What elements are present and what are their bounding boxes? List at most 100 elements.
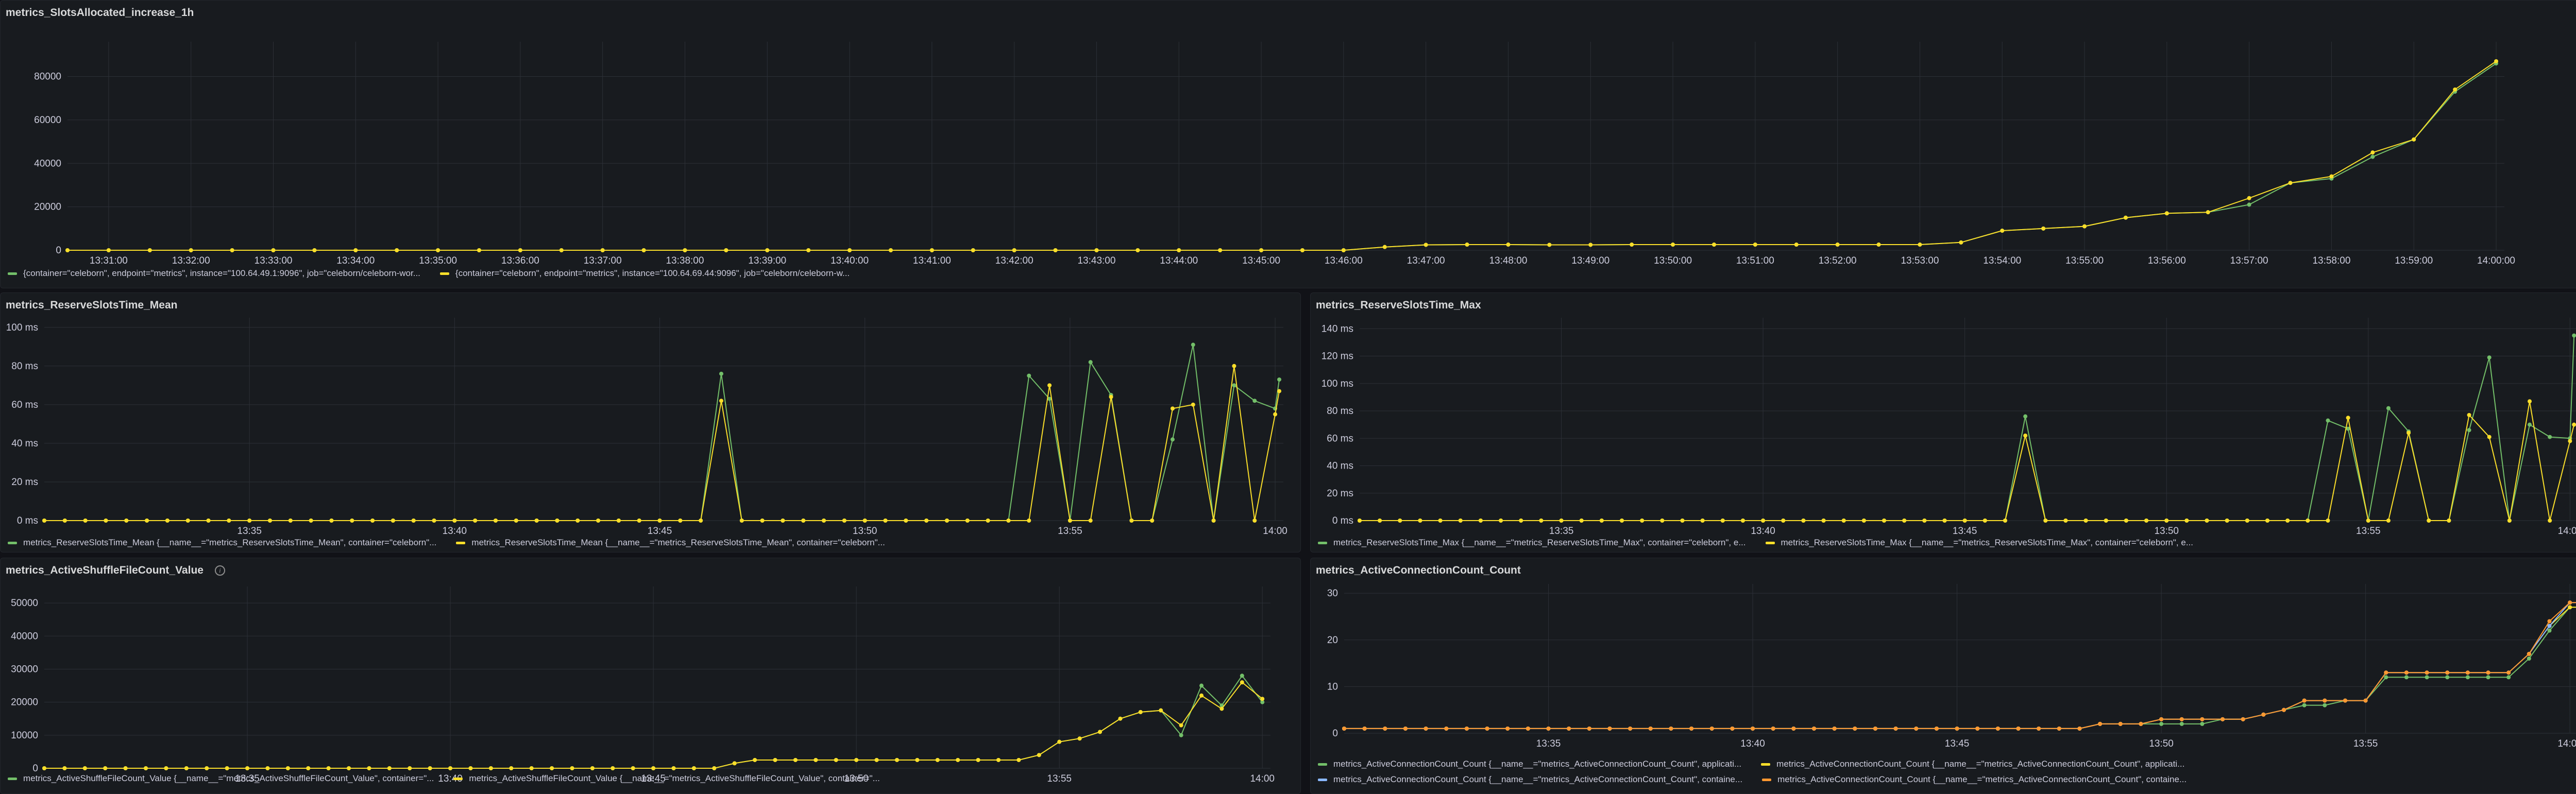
data-point[interactable] xyxy=(428,766,432,770)
data-point[interactable] xyxy=(631,766,635,770)
data-point[interactable] xyxy=(144,766,148,770)
data-point[interactable] xyxy=(1444,726,1449,731)
data-point[interactable] xyxy=(1893,726,1898,731)
data-point[interactable] xyxy=(514,519,518,523)
data-point[interactable] xyxy=(2329,174,2334,179)
legend-item[interactable]: metrics_ActiveShuffleFileCount_Value {__… xyxy=(8,773,434,784)
data-point[interactable] xyxy=(2123,215,2128,220)
data-point[interactable] xyxy=(2404,670,2409,675)
data-point[interactable] xyxy=(965,519,970,523)
data-point[interactable] xyxy=(1465,243,1469,247)
data-point[interactable] xyxy=(165,519,170,523)
data-point[interactable] xyxy=(1485,726,1489,731)
data-point[interactable] xyxy=(719,399,723,403)
data-point[interactable] xyxy=(1341,248,1346,252)
data-point[interactable] xyxy=(1273,412,1278,417)
data-point[interactable] xyxy=(205,766,209,770)
data-point[interactable] xyxy=(2568,439,2572,443)
data-point[interactable] xyxy=(590,766,595,770)
data-point[interactable] xyxy=(773,757,777,762)
data-point[interactable] xyxy=(62,519,67,523)
data-point[interactable] xyxy=(1660,519,1665,523)
data-point[interactable] xyxy=(1794,243,1799,247)
data-point[interactable] xyxy=(848,248,852,252)
data-point[interactable] xyxy=(2547,619,2552,624)
data-point[interactable] xyxy=(1027,373,1031,378)
data-point[interactable] xyxy=(448,766,453,770)
data-point[interactable] xyxy=(1882,519,1887,523)
data-point[interactable] xyxy=(1751,726,1755,731)
data-point[interactable] xyxy=(719,371,723,376)
data-point[interactable] xyxy=(2453,87,2458,92)
data-point[interactable] xyxy=(306,766,311,770)
data-point[interactable] xyxy=(976,757,980,762)
data-point[interactable] xyxy=(732,761,737,766)
data-point[interactable] xyxy=(2467,428,2471,433)
data-point[interactable] xyxy=(1478,519,1483,523)
data-point[interactable] xyxy=(1170,406,1175,411)
data-point[interactable] xyxy=(2179,721,2184,726)
data-point[interactable] xyxy=(265,766,270,770)
data-point[interactable] xyxy=(124,519,129,523)
data-point[interactable] xyxy=(1053,248,1058,252)
data-point[interactable] xyxy=(753,757,757,762)
data-point[interactable] xyxy=(2527,657,2531,661)
data-point[interactable] xyxy=(164,766,168,770)
data-point[interactable] xyxy=(1199,683,1204,688)
legend-item[interactable]: metrics_ReserveSlotsTime_Max {__name__="… xyxy=(1318,538,1746,548)
data-point[interactable] xyxy=(1240,674,1244,678)
data-point[interactable] xyxy=(1526,726,1530,731)
data-point[interactable] xyxy=(1730,726,1735,731)
data-point[interactable] xyxy=(1191,342,1195,347)
series-line-yellow[interactable] xyxy=(1344,607,2576,729)
data-point[interactable] xyxy=(2221,717,2225,721)
data-point[interactable] xyxy=(904,519,908,523)
panel-title[interactable]: metrics_SlotsAllocated_increase_1h xyxy=(6,7,194,19)
series-line-green[interactable] xyxy=(67,63,2497,251)
data-point[interactable] xyxy=(1832,726,1837,731)
data-point[interactable] xyxy=(1136,248,1140,252)
data-point[interactable] xyxy=(2118,721,2123,726)
data-point[interactable] xyxy=(1218,248,1223,252)
data-point[interactable] xyxy=(2159,717,2164,721)
data-point[interactable] xyxy=(596,519,601,523)
data-point[interactable] xyxy=(641,248,646,252)
data-point[interactable] xyxy=(42,766,46,770)
data-point[interactable] xyxy=(326,766,331,770)
data-point[interactable] xyxy=(1499,519,1503,523)
data-point[interactable] xyxy=(206,519,211,523)
data-point[interactable] xyxy=(2548,519,2552,523)
data-point[interactable] xyxy=(1240,680,1244,685)
legend-item[interactable]: metrics_ActiveConnectionCount_Count {__n… xyxy=(1761,759,2184,769)
data-point[interactable] xyxy=(765,248,770,252)
data-point[interactable] xyxy=(956,757,960,762)
data-point[interactable] xyxy=(712,766,717,770)
data-point[interactable] xyxy=(1047,383,1052,388)
data-point[interactable] xyxy=(862,519,867,523)
series-line-blue[interactable] xyxy=(1344,602,2576,729)
data-point[interactable] xyxy=(370,519,375,523)
data-point[interactable] xyxy=(1982,519,1987,523)
data-point[interactable] xyxy=(473,519,478,523)
data-point[interactable] xyxy=(678,519,683,523)
data-point[interactable] xyxy=(1006,519,1011,523)
data-point[interactable] xyxy=(1252,519,1257,523)
data-point[interactable] xyxy=(2486,670,2490,675)
data-point[interactable] xyxy=(2261,712,2266,717)
data-point[interactable] xyxy=(1959,240,1963,245)
data-point[interactable] xyxy=(1358,519,1362,523)
chart-reserve-slots-time-mean[interactable]: 0 ms 20 ms 40 ms 60 ms 80 ms 100 ms 13:35 13:40… xyxy=(1,303,1301,535)
data-point[interactable] xyxy=(935,757,940,762)
data-point[interactable] xyxy=(2063,519,2068,523)
data-point[interactable] xyxy=(1403,726,1408,731)
data-point[interactable] xyxy=(2043,519,2048,523)
data-point[interactable] xyxy=(2302,698,2307,703)
data-point[interactable] xyxy=(309,519,313,523)
data-point[interactable] xyxy=(245,766,250,770)
legend-item[interactable]: metrics_ActiveConnectionCount_Count {__n… xyxy=(1318,759,1741,769)
data-point[interactable] xyxy=(1700,519,1705,523)
data-point[interactable] xyxy=(2205,519,2209,523)
data-point[interactable] xyxy=(2206,210,2210,215)
data-point[interactable] xyxy=(2326,418,2330,423)
data-point[interactable] xyxy=(103,766,108,770)
